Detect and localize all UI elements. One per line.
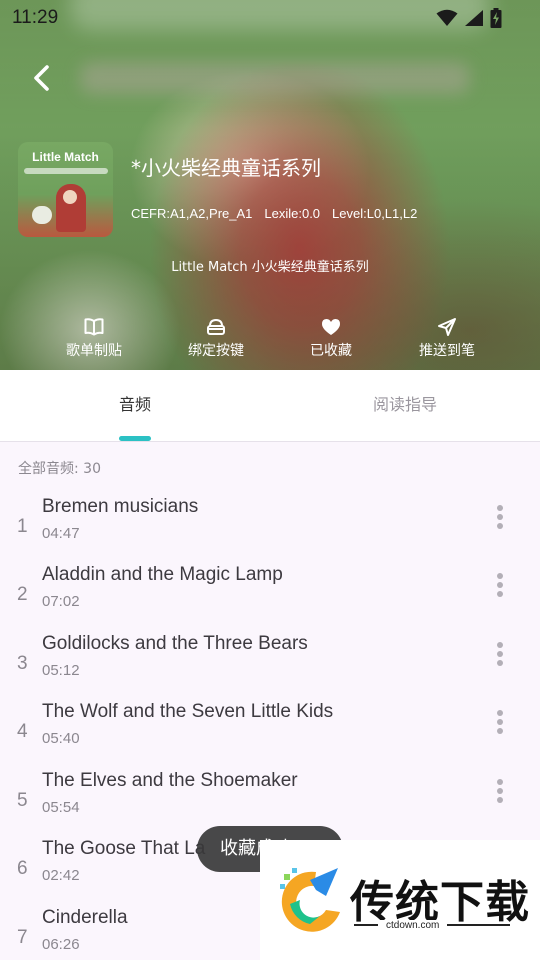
album-header: 11:29 Little Match *小火柴经典童话系列 CEFR:A1,A2… bbox=[0, 0, 540, 370]
push-to-pen-button[interactable]: 推送到笔 bbox=[392, 318, 502, 360]
track-count: 全部音频: 30 bbox=[18, 461, 101, 477]
tab-reading-guide[interactable]: 阅读指导 bbox=[270, 370, 540, 442]
track-index: 1 bbox=[17, 516, 28, 537]
status-time: 11:29 bbox=[12, 7, 59, 28]
track-title: Bremen musicians bbox=[42, 496, 199, 517]
status-bar: 11:29 bbox=[0, 0, 540, 36]
cover-title: Little Match bbox=[32, 150, 99, 164]
track-duration: 06:26 bbox=[42, 936, 80, 953]
track-duration: 05:40 bbox=[42, 730, 80, 747]
status-icons bbox=[436, 8, 502, 28]
track-duration: 05:12 bbox=[42, 662, 80, 679]
watermark-logo-icon bbox=[280, 868, 340, 932]
action-label: 已收藏 bbox=[310, 343, 352, 359]
action-label: 推送到笔 bbox=[419, 343, 475, 359]
background-artwork-subtitle bbox=[80, 62, 470, 94]
tab-audio[interactable]: 音频 bbox=[0, 370, 270, 442]
track-duration: 02:42 bbox=[42, 867, 80, 884]
album-cover: Little Match bbox=[18, 142, 113, 237]
playlist-sticker-button[interactable]: 歌单制贴 bbox=[39, 318, 149, 360]
album-level: Level:L0,L1,L2 bbox=[332, 206, 418, 221]
watermark-url: ctdown.com bbox=[378, 920, 448, 931]
action-bar: 歌单制贴 绑定按键 已收藏 推送到笔 bbox=[0, 318, 540, 362]
track-title: Goldilocks and the Three Bears bbox=[42, 633, 308, 654]
track-title: Aladdin and the Magic Lamp bbox=[42, 564, 283, 585]
album-title: *小火柴经典童话系列 bbox=[131, 156, 321, 180]
track-index: 5 bbox=[17, 790, 28, 811]
more-vertical-icon[interactable] bbox=[496, 505, 504, 529]
track-duration: 04:47 bbox=[42, 525, 80, 542]
track-duration: 05:54 bbox=[42, 799, 80, 816]
track-title: The Goose That La bbox=[42, 838, 206, 859]
more-vertical-icon[interactable] bbox=[496, 642, 504, 666]
favorited-button[interactable]: 已收藏 bbox=[276, 318, 386, 360]
track-row[interactable]: 3 Goldilocks and the Three Bears 05:12 bbox=[0, 633, 540, 701]
action-label: 绑定按键 bbox=[188, 343, 244, 359]
track-row[interactable]: 4 The Wolf and the Seven Little Kids 05:… bbox=[0, 701, 540, 769]
more-vertical-icon[interactable] bbox=[496, 779, 504, 803]
track-title: The Elves and the Shoemaker bbox=[42, 770, 298, 791]
track-title: The Wolf and the Seven Little Kids bbox=[42, 701, 334, 722]
track-index: 7 bbox=[17, 927, 28, 948]
button-icon bbox=[207, 318, 225, 335]
track-row[interactable]: 2 Aladdin and the Magic Lamp 07:02 bbox=[0, 564, 540, 632]
track-index: 6 bbox=[17, 858, 28, 879]
tab-active-indicator bbox=[119, 436, 151, 441]
album-description: Little Match 小火柴经典童话系列 bbox=[171, 260, 369, 275]
book-icon bbox=[84, 318, 104, 336]
watermark: 传统下载 ctdown.com bbox=[260, 840, 540, 960]
cover-bunny bbox=[32, 206, 52, 224]
more-vertical-icon[interactable] bbox=[496, 710, 504, 734]
track-duration: 07:02 bbox=[42, 593, 80, 610]
wifi-icon bbox=[436, 9, 458, 26]
track-index: 4 bbox=[17, 721, 28, 742]
track-row[interactable]: 1 Bremen musicians 04:47 bbox=[0, 496, 540, 564]
album-lexile: Lexile:0.0 bbox=[264, 206, 321, 221]
tab-bar: 音频 阅读指导 bbox=[0, 370, 540, 442]
send-icon bbox=[438, 318, 456, 336]
more-vertical-icon[interactable] bbox=[496, 573, 504, 597]
back-arrow-icon[interactable] bbox=[28, 63, 58, 93]
album-cefr: CEFR:A1,A2,Pre_A1 bbox=[131, 206, 253, 221]
cover-face bbox=[63, 190, 77, 204]
album-meta: CEFR:A1,A2,Pre_A1 Lexile:0.0 Level:L0,L1… bbox=[131, 206, 417, 221]
battery-charging-icon bbox=[490, 8, 502, 28]
signal-icon bbox=[465, 10, 483, 26]
heart-icon bbox=[322, 319, 340, 335]
track-title: Cinderella bbox=[42, 907, 128, 928]
cover-subtitle-bar bbox=[24, 168, 108, 174]
track-index: 2 bbox=[17, 584, 28, 605]
bind-button-button[interactable]: 绑定按键 bbox=[161, 318, 271, 360]
action-label: 歌单制贴 bbox=[66, 343, 122, 359]
track-index: 3 bbox=[17, 653, 28, 674]
